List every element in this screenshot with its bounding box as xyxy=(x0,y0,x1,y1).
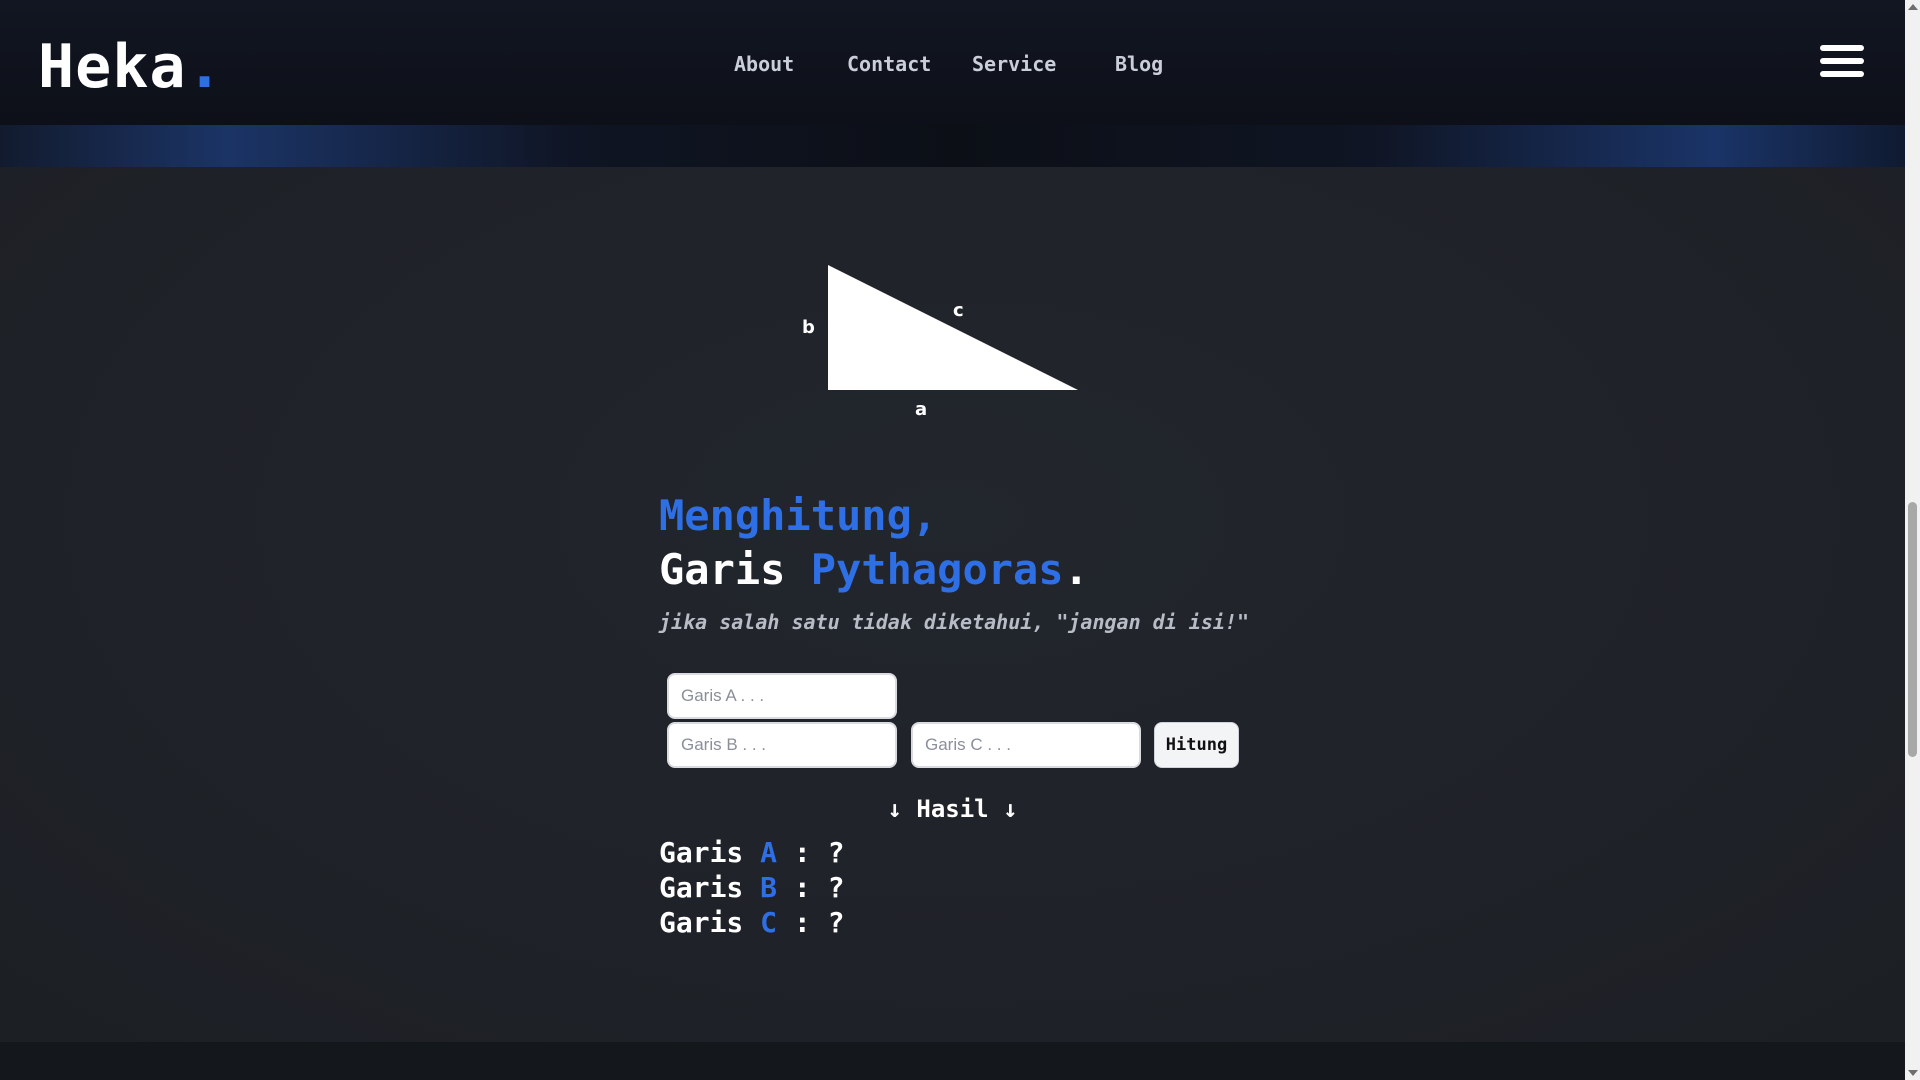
result-value-b: : ? xyxy=(777,871,845,904)
main-nav: About Contact Service Blog xyxy=(0,52,1905,82)
result-row-c: Garis C : ? xyxy=(659,905,844,940)
nav-about[interactable]: About xyxy=(734,52,794,76)
triangle-icon xyxy=(828,265,1078,390)
garis-c-input[interactable] xyxy=(911,722,1141,768)
result-row-a: Garis A : ? xyxy=(659,835,844,870)
garis-b-input[interactable] xyxy=(667,722,897,768)
result-row-b: Garis B : ? xyxy=(659,870,844,905)
hamburger-menu-icon[interactable] xyxy=(1820,45,1864,79)
triangle-diagram: b c a xyxy=(790,255,1090,425)
footer xyxy=(0,1042,1905,1080)
result-prefix: Garis xyxy=(659,836,761,869)
side-label-a: a xyxy=(915,399,928,420)
hitung-button[interactable]: Hitung xyxy=(1154,722,1239,768)
side-label-c: c xyxy=(953,300,964,321)
title-dot: . xyxy=(1063,545,1089,594)
result-letter-b: B xyxy=(760,871,778,904)
hint-text: jika salah satu tidak diketahui, "jangan… xyxy=(659,610,1250,634)
results-list: Garis A : ? Garis B : ? Garis C : ? xyxy=(659,835,844,940)
scroll-thumb[interactable] xyxy=(1908,502,1917,757)
nav-contact[interactable]: Contact xyxy=(847,52,931,76)
result-letter-a: A xyxy=(760,836,778,869)
page-title: Menghitung, Garis Pythagoras. xyxy=(659,489,1089,597)
result-letter-c: C xyxy=(760,906,778,939)
result-value-c: : ? xyxy=(777,906,845,939)
page-scrollbar[interactable] xyxy=(1905,0,1920,1080)
result-heading: ↓ Hasil ↓ xyxy=(887,795,1018,823)
scroll-up-arrow-icon[interactable] xyxy=(1908,4,1918,10)
result-value-a: : ? xyxy=(777,836,845,869)
result-prefix: Garis xyxy=(659,871,761,904)
title-garis: Garis xyxy=(659,545,786,594)
header-glow xyxy=(0,125,1905,167)
scroll-down-arrow-icon[interactable] xyxy=(1908,1070,1918,1076)
side-label-b: b xyxy=(802,317,815,338)
site-header: Heka. About Contact Service Blog xyxy=(0,0,1905,125)
nav-blog[interactable]: Blog xyxy=(1115,52,1163,76)
title-pythagoras: Pythagoras xyxy=(810,545,1064,594)
garis-a-input[interactable] xyxy=(667,673,897,719)
title-line-1: Menghitung, xyxy=(659,491,938,540)
nav-service[interactable]: Service xyxy=(972,52,1056,76)
title-line-2: Garis Pythagoras. xyxy=(659,543,1089,597)
result-prefix: Garis xyxy=(659,906,761,939)
